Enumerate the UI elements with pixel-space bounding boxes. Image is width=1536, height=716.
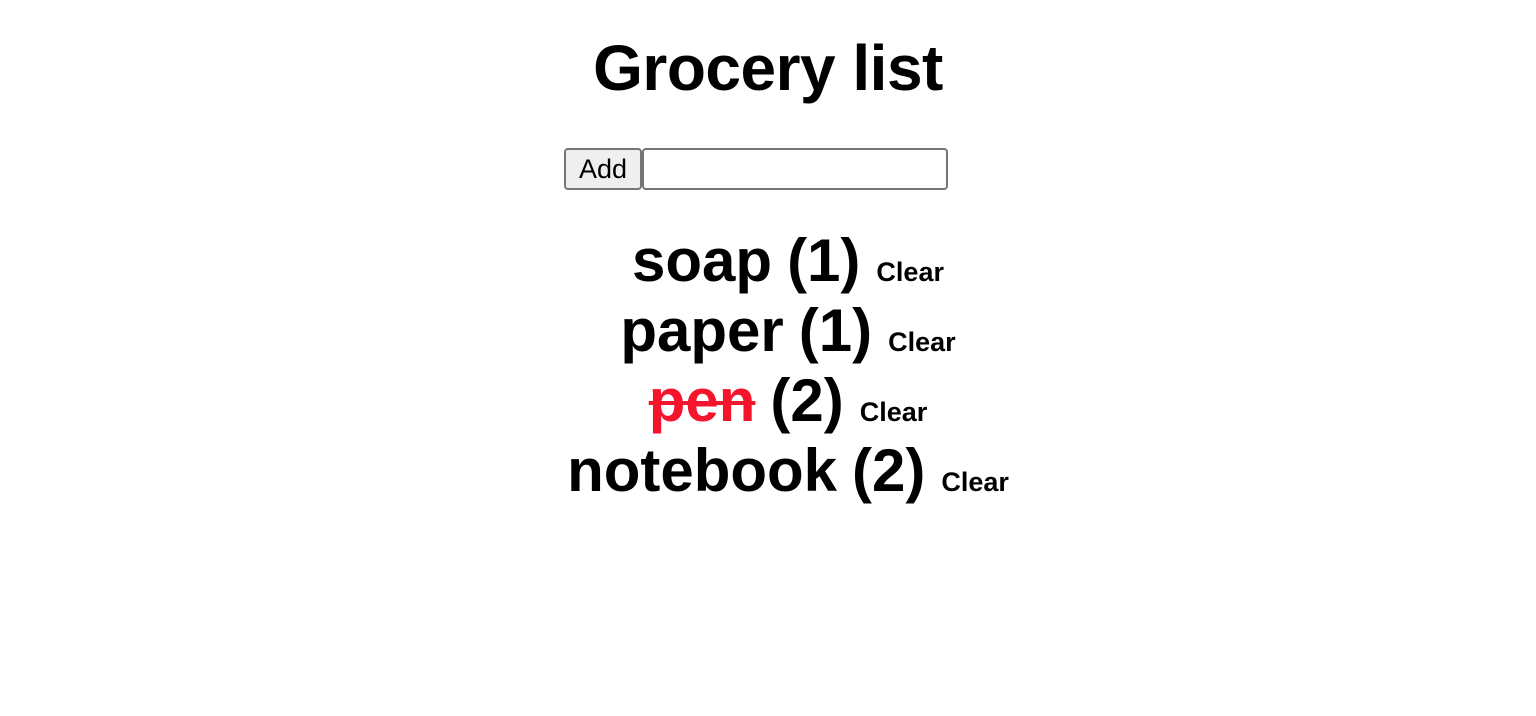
- clear-button[interactable]: Clear: [876, 257, 944, 288]
- grocery-list: soap (1) Clear paper (1) Clear pen (2) Clea…: [0, 226, 1536, 506]
- page-title: Grocery list: [593, 32, 943, 104]
- item-count: (2): [770, 367, 844, 434]
- list-item: paper (1) Clear: [0, 296, 1536, 366]
- item-input[interactable]: [642, 148, 948, 190]
- clear-button[interactable]: Clear: [860, 397, 928, 428]
- item-name[interactable]: pen: [649, 366, 756, 436]
- add-button[interactable]: Add: [564, 148, 642, 190]
- item-count: (1): [787, 227, 861, 294]
- add-item-form: Add: [564, 148, 948, 190]
- clear-button[interactable]: Clear: [888, 327, 956, 358]
- item-count: (1): [798, 297, 873, 364]
- item-count: (2): [852, 437, 926, 504]
- list-item: pen (2) Clear: [0, 366, 1536, 436]
- item-name[interactable]: soap: [632, 226, 772, 296]
- item-name[interactable]: notebook: [567, 436, 837, 506]
- clear-button[interactable]: Clear: [941, 467, 1009, 498]
- grocery-app: Grocery list Add soap (1) Clear paper (1) …: [0, 0, 1536, 716]
- list-item: notebook (2) Clear: [0, 436, 1536, 506]
- list-item: soap (1) Clear: [0, 226, 1536, 296]
- item-name[interactable]: paper: [620, 296, 783, 366]
